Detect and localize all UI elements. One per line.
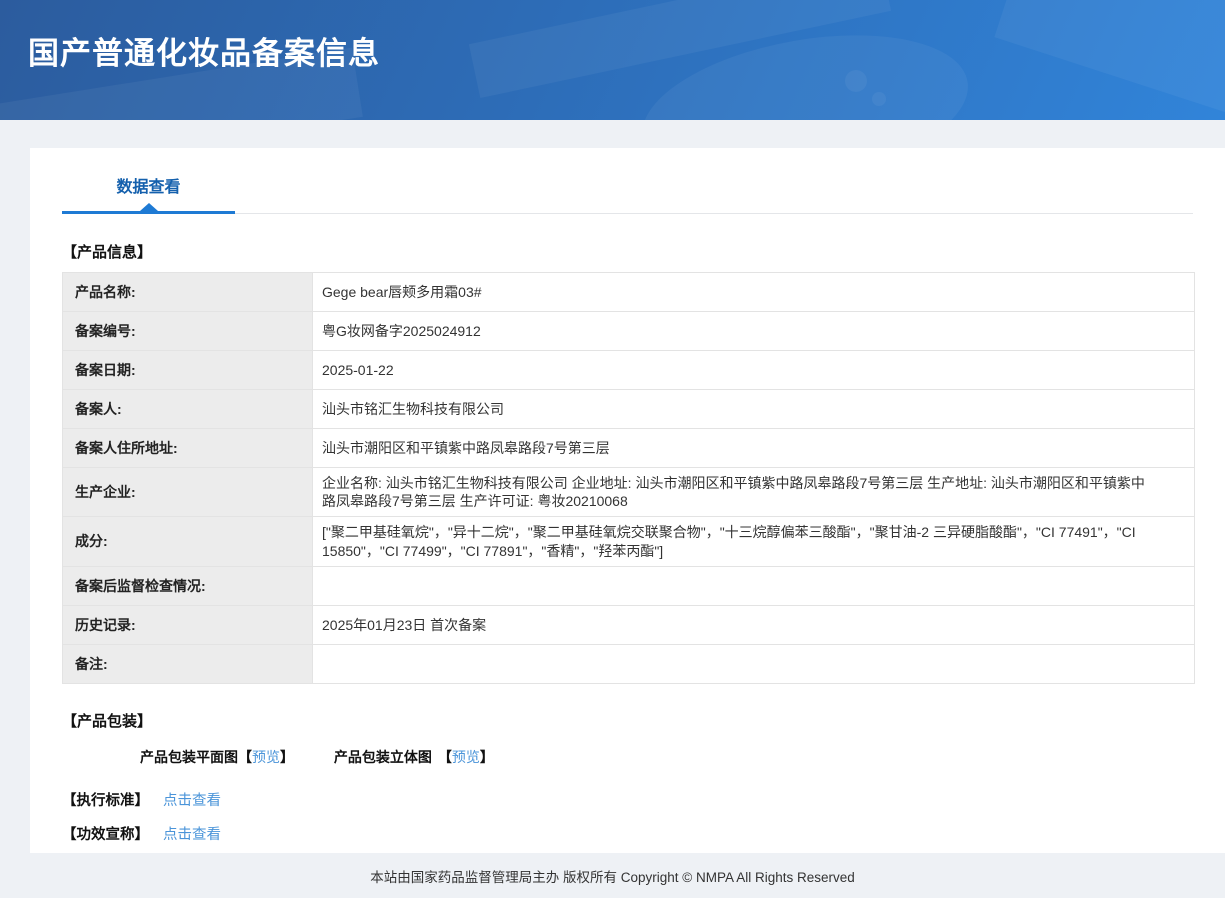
- product-info-table: 产品名称: Gege bear唇颊多用霜03# 备案编号: 粤G妆网备字2025…: [62, 272, 1195, 684]
- banner-decor-triangle: [994, 0, 1225, 118]
- row-value-ingredients: ["聚二甲基硅氧烷"，"异十二烷"，"聚二甲基硅氧烷交联聚合物"，"十三烷醇偏苯…: [312, 516, 1195, 567]
- row-value-filing-number: 粤G妆网备字2025024912: [312, 311, 1195, 351]
- tab-data-view[interactable]: 数据查看: [62, 173, 235, 214]
- row-label-remarks: 备注:: [62, 643, 313, 684]
- table-row: 生产企业: 企业名称: 汕头市铭汇生物科技有限公司 企业地址: 汕头市潮阳区和平…: [62, 466, 1195, 518]
- row-value-manufacturer: 企业名称: 汕头市铭汇生物科技有限公司 企业地址: 汕头市潮阳区和平镇紫中路凤皋…: [312, 466, 1195, 518]
- packaging-flat-group: 产品包装平面图【预览】: [140, 749, 298, 765]
- table-row: 备案编号: 粤G妆网备字2025024912: [62, 311, 1195, 351]
- section-efficacy-title: 【功效宣称】: [62, 826, 149, 843]
- row-value-product-name: Gege bear唇颊多用霜03#: [312, 272, 1195, 312]
- bracket-close: 】: [280, 748, 294, 765]
- packaging-stereo-label: 产品包装立体图: [333, 748, 432, 765]
- table-row: 备案后监督检查情况:: [62, 565, 1195, 606]
- table-row: 成分: ["聚二甲基硅氧烷"，"异十二烷"，"聚二甲基硅氧烷交联聚合物"，"十三…: [62, 516, 1195, 567]
- row-value-post-filing-inspection: [312, 565, 1195, 606]
- packaging-stereo-preview-link[interactable]: 预览: [452, 749, 480, 765]
- row-value-filer: 汕头市铭汇生物科技有限公司: [312, 389, 1195, 429]
- row-label-filing-number: 备案编号:: [62, 311, 313, 351]
- section-standard-title: 【执行标准】: [62, 792, 149, 809]
- table-row: 产品名称: Gege bear唇颊多用霜03#: [62, 272, 1195, 312]
- page-title: 国产普通化妆品备案信息: [28, 36, 380, 71]
- copyright-text: 本站由国家药品监督管理局主办 版权所有 Copyright © NMPA All…: [370, 869, 855, 885]
- page-header: 国产普通化妆品备案信息: [0, 0, 1225, 120]
- packaging-links-row: 产品包装平面图【预览】 产品包装立体图 【预览】: [62, 747, 1195, 767]
- packaging-stereo-group: 产品包装立体图 【预览】: [334, 749, 494, 765]
- bracket-close: 】: [479, 748, 494, 765]
- row-label-filer-address: 备案人住所地址:: [62, 428, 313, 468]
- row-label-filing-date: 备案日期:: [62, 350, 313, 390]
- row-label-post-filing-inspection: 备案后监督检查情况:: [62, 565, 313, 606]
- row-value-filing-date: 2025-01-22: [312, 350, 1195, 390]
- tab-data-view-label: 数据查看: [116, 179, 181, 196]
- row-value-remarks: [312, 643, 1195, 684]
- bracket-open: 【: [437, 748, 452, 765]
- row-value-filer-address: 汕头市潮阳区和平镇紫中路凤皋路段7号第三层: [312, 428, 1195, 468]
- table-row: 备案日期: 2025-01-22: [62, 350, 1195, 390]
- tab-active-caret-icon: [139, 203, 158, 211]
- standard-click-view-link[interactable]: 点击查看: [163, 793, 221, 809]
- standard-row: 【执行标准】 点击查看: [62, 789, 1195, 810]
- row-label-history: 历史记录:: [62, 604, 313, 645]
- efficacy-click-view-link[interactable]: 点击查看: [163, 827, 221, 843]
- table-row: 备案人住所地址: 汕头市潮阳区和平镇紫中路凤皋路段7号第三层: [62, 428, 1195, 468]
- table-row: 备注:: [62, 643, 1195, 684]
- section-product-info-title: 【产品信息】: [62, 244, 153, 261]
- packaging-flat-preview-link[interactable]: 预览: [252, 749, 280, 765]
- banner-decor-circle: [872, 92, 886, 106]
- page-footer: 本站由国家药品监督管理局主办 版权所有 Copyright © NMPA All…: [0, 853, 1225, 898]
- row-label-filer: 备案人:: [62, 389, 313, 429]
- section-packaging-title: 【产品包装】: [62, 712, 153, 730]
- row-label-product-name: 产品名称:: [62, 272, 313, 312]
- table-row: 历史记录: 2025年01月23日 首次备案: [62, 604, 1195, 645]
- content-card: 数据查看 【产品信息】 产品名称: Gege bear唇颊多用霜03# 备案编号…: [30, 148, 1225, 853]
- row-label-manufacturer: 生产企业:: [62, 466, 313, 518]
- row-value-history: 2025年01月23日 首次备案: [312, 604, 1195, 645]
- bracket-open: 【: [238, 748, 252, 765]
- packaging-flat-label: 产品包装平面图: [140, 748, 238, 765]
- banner-decor-circle: [845, 70, 867, 92]
- tab-bar: 数据查看: [62, 148, 1195, 214]
- table-row: 备案人: 汕头市铭汇生物科技有限公司: [62, 389, 1195, 429]
- row-label-ingredients: 成分:: [62, 516, 313, 567]
- efficacy-row: 【功效宣称】 点击查看: [62, 823, 1195, 844]
